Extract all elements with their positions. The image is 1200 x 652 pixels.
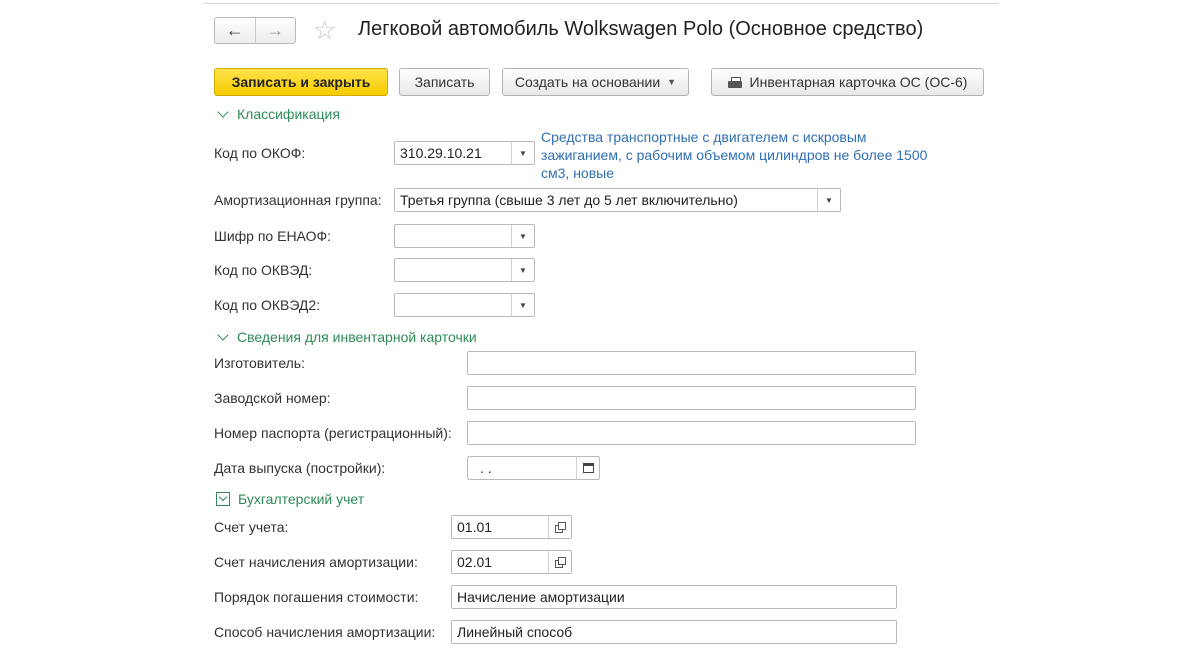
page-title: Легковой автомобиль Wolkswagen Polo (Осн…: [358, 18, 924, 40]
save-and-close-button[interactable]: Записать и закрыть: [214, 68, 388, 96]
dropdown-icon[interactable]: ▼: [511, 142, 534, 164]
top-divider: [203, 3, 998, 4]
repayment-value: Начисление амортизации: [457, 589, 625, 605]
calendar-button[interactable]: [576, 457, 599, 479]
serial-field[interactable]: [467, 386, 916, 410]
dropdown-icon[interactable]: ▼: [511, 294, 534, 316]
section-inventory-card-label: Сведения для инвентарной карточки: [237, 329, 477, 345]
repayment-field[interactable]: Начисление амортизации: [451, 585, 897, 609]
account-field[interactable]: 01.01: [451, 515, 572, 539]
release-date-value: . .: [480, 460, 492, 476]
okved2-field[interactable]: ▼: [394, 293, 535, 317]
amort-method-value: Линейный способ: [457, 624, 573, 640]
back-button[interactable]: ←: [215, 18, 255, 43]
section-classification[interactable]: Классификация: [216, 106, 340, 122]
inventory-card-button[interactable]: Инвентарная карточка ОС (ОС-6): [711, 68, 984, 96]
chevron-down-icon: [217, 329, 229, 341]
calendar-icon: [582, 463, 594, 473]
star-icon[interactable]: ☆: [313, 15, 336, 45]
amort-method-label: Способ начисления амортизации:: [214, 624, 436, 640]
forward-button[interactable]: →: [254, 18, 296, 43]
enaof-field[interactable]: ▼: [394, 224, 535, 248]
open-amort-account-button[interactable]: [548, 551, 571, 573]
okof-label: Код по ОКОФ:: [214, 145, 306, 161]
section-classification-label: Классификация: [237, 106, 340, 122]
collapse-checkbox-icon: [216, 492, 230, 506]
amort-group-value: Третья группа (свыше 3 лет до 5 лет вклю…: [400, 192, 738, 208]
dropdown-icon[interactable]: ▼: [511, 225, 534, 247]
create-based-on-label: Создать на основании: [514, 74, 661, 90]
repayment-label: Порядок погашения стоимости:: [214, 589, 419, 605]
release-date-label: Дата выпуска (постройки):: [214, 460, 386, 476]
amort-method-field[interactable]: Линейный способ: [451, 620, 897, 644]
passport-field[interactable]: [467, 421, 916, 445]
okved2-label: Код по ОКВЭД2:: [214, 297, 321, 313]
section-accounting[interactable]: Бухгалтерский учет: [216, 491, 364, 507]
section-accounting-label: Бухгалтерский учет: [238, 491, 365, 507]
enaof-label: Шифр по ЕНАОФ:: [214, 228, 332, 244]
dropdown-icon[interactable]: ▼: [817, 189, 840, 211]
manufacturer-field[interactable]: [467, 351, 916, 375]
okved-label: Код по ОКВЭД:: [214, 262, 313, 278]
printer-icon: [727, 76, 742, 88]
amort-group-label: Амортизационная группа:: [214, 192, 382, 208]
open-icon: [555, 557, 566, 568]
save-and-close-label: Записать и закрыть: [231, 74, 371, 90]
navigation-buttons: ← →: [214, 17, 296, 44]
okof-description-link[interactable]: Средства транспортные с двигателем с иск…: [541, 128, 951, 182]
open-account-button[interactable]: [548, 516, 571, 538]
release-date-field[interactable]: . .: [467, 456, 600, 480]
account-value: 01.01: [457, 519, 493, 535]
open-icon: [555, 522, 566, 533]
save-label: Записать: [414, 74, 475, 90]
manufacturer-label: Изготовитель:: [214, 355, 305, 371]
chevron-down-icon: [217, 106, 229, 118]
section-inventory-card[interactable]: Сведения для инвентарной карточки: [216, 329, 477, 345]
okved-field[interactable]: ▼: [394, 258, 535, 282]
amort-group-field[interactable]: Третья группа (свыше 3 лет до 5 лет вклю…: [394, 188, 841, 212]
amort-account-field[interactable]: 02.01: [451, 550, 572, 574]
save-button[interactable]: Записать: [399, 68, 490, 96]
passport-label: Номер паспорта (регистрационный):: [214, 425, 452, 441]
create-based-on-button[interactable]: Создать на основании ▼: [502, 68, 689, 96]
amort-account-label: Счет начисления амортизации:: [214, 554, 418, 570]
account-label: Счет учета:: [214, 519, 289, 535]
amort-account-value: 02.01: [457, 554, 493, 570]
okof-field[interactable]: 310.29.10.21 ▼: [394, 141, 535, 165]
arrow-right-icon: →: [266, 20, 285, 40]
dropdown-icon[interactable]: ▼: [511, 259, 534, 281]
okof-value: 310.29.10.21: [400, 145, 482, 161]
serial-label: Заводской номер:: [214, 390, 331, 406]
arrow-left-icon: ←: [225, 20, 244, 40]
inventory-card-label: Инвентарная карточка ОС (ОС-6): [749, 74, 968, 90]
caret-down-icon: ▼: [667, 77, 677, 87]
